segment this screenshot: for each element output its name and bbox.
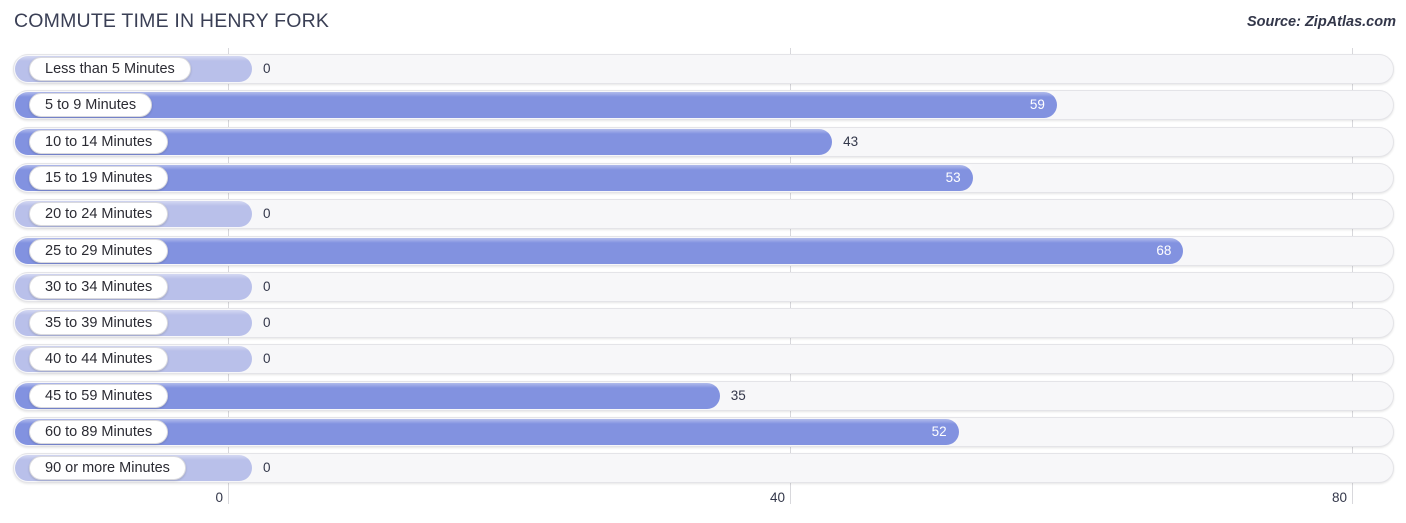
category-label: 45 to 59 Minutes — [29, 383, 169, 408]
plot-area: 0 Less than 5 Minutes 59 5 to 9 Minutes 43 10… — [0, 48, 1406, 488]
category-label: 10 to 14 Minutes — [29, 129, 169, 154]
bar-value-label: 68 — [1156, 242, 1172, 258]
category-label: 15 to 19 Minutes — [29, 165, 169, 190]
bar-row[interactable]: 0 40 to 44 Minutes — [13, 344, 1394, 375]
category-label: 35 to 39 Minutes — [29, 311, 169, 336]
category-label: 40 to 44 Minutes — [29, 347, 169, 372]
bar-row[interactable]: 53 15 to 19 Minutes — [13, 162, 1394, 193]
axis-tick-label: 40 — [769, 490, 785, 505]
bar[interactable]: 59 — [15, 92, 1057, 119]
bar-value-label: 0 — [263, 315, 271, 331]
bar-value-label: 0 — [263, 351, 271, 367]
bar-value-label: 0 — [263, 278, 271, 294]
page-title: COMMUTE TIME IN HENRY FORK — [14, 10, 330, 32]
bar-row[interactable]: 43 10 to 14 Minutes — [13, 126, 1394, 157]
bar-row[interactable]: 0 Less than 5 Minutes — [13, 54, 1394, 84]
category-label: 5 to 9 Minutes — [29, 93, 153, 118]
bar-value-label: 0 — [263, 206, 271, 222]
bar-row[interactable]: 59 5 to 9 Minutes — [13, 90, 1394, 121]
source-attribution: Source: ZipAtlas.com — [1246, 14, 1396, 30]
bar-value-label: 52 — [931, 424, 947, 439]
category-label: 20 to 24 Minutes — [29, 202, 169, 227]
category-label: Less than 5 Minutes — [29, 57, 191, 81]
category-label: 25 to 29 Minutes — [29, 238, 169, 263]
axis-tick-mark — [1352, 488, 1353, 504]
bar[interactable]: 68 — [15, 237, 1184, 264]
chart-page: COMMUTE TIME IN HENRY FORK Source: ZipAt… — [0, 0, 1406, 523]
bar-row[interactable]: 68 25 to 29 Minutes — [13, 235, 1394, 266]
axis-tick-mark — [228, 488, 229, 504]
bar-row[interactable]: 35 45 to 59 Minutes — [13, 380, 1394, 411]
bar-row[interactable]: 0 90 or more Minutes — [13, 453, 1394, 484]
bar-row[interactable]: 0 20 to 24 Minutes — [13, 199, 1394, 230]
axis-tick-label: 0 — [215, 490, 223, 505]
bar-value-label: 0 — [263, 460, 271, 476]
bar-value-label: 59 — [1029, 97, 1045, 113]
x-axis: 0 40 80 — [0, 488, 1406, 523]
bar-highlight — [15, 237, 1184, 243]
bar-row[interactable]: 0 30 to 34 Minutes — [13, 271, 1394, 302]
category-label: 60 to 89 Minutes — [29, 420, 169, 444]
bar-value-label: 43 — [843, 133, 859, 149]
bar-value-label: 0 — [263, 61, 271, 76]
bar-value-label: 35 — [730, 387, 746, 403]
bar-highlight — [15, 92, 1057, 98]
category-label: 90 or more Minutes — [29, 456, 186, 481]
bar-row[interactable]: 0 35 to 39 Minutes — [13, 308, 1394, 339]
bar-row[interactable]: 52 60 to 89 Minutes — [13, 417, 1394, 447]
axis-tick-label: 80 — [1331, 490, 1347, 505]
axis-tick-mark — [790, 488, 791, 504]
bar-value-label: 53 — [945, 169, 961, 185]
category-label: 30 to 34 Minutes — [29, 274, 169, 299]
